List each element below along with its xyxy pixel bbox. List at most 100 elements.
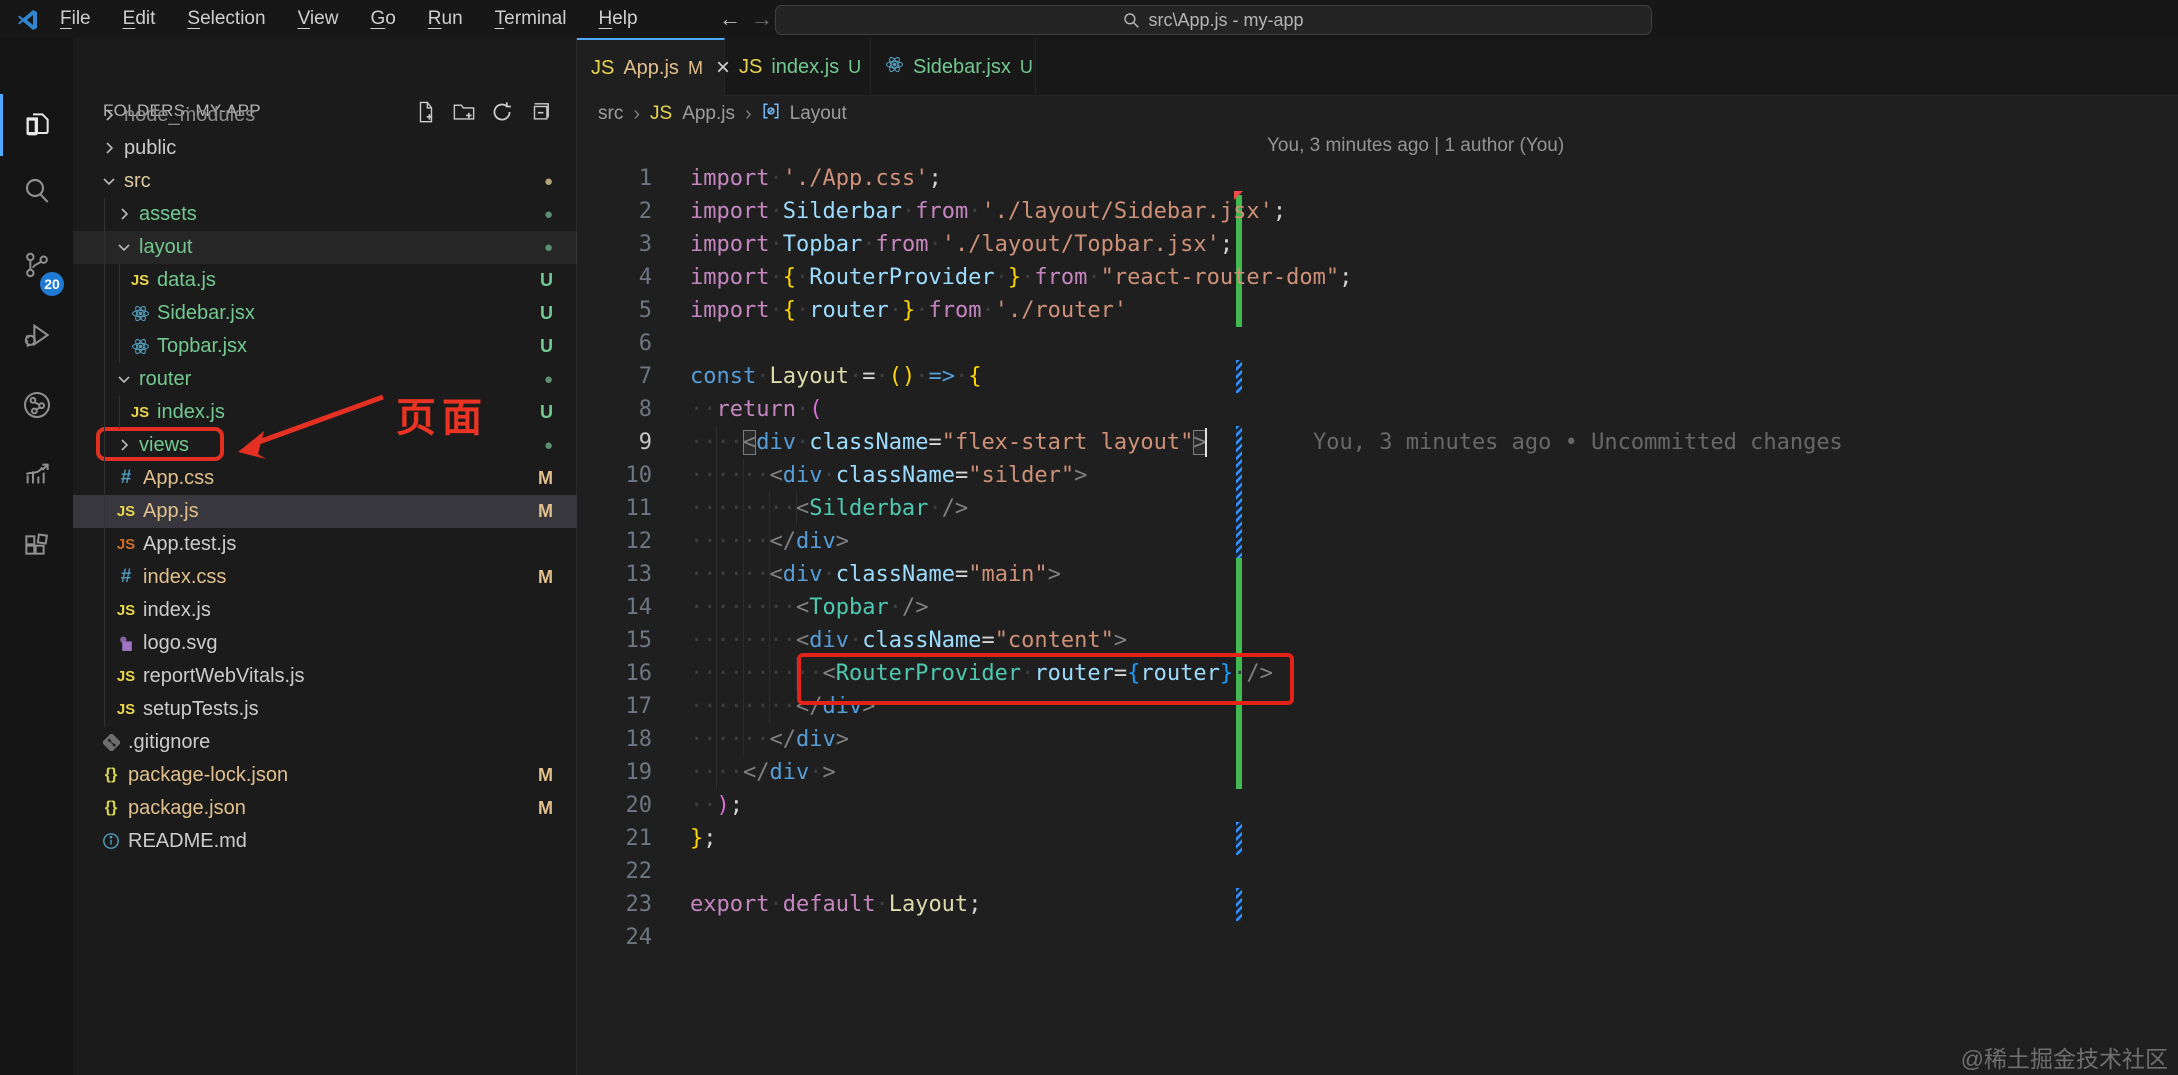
line-number[interactable]: 20 <box>600 789 653 822</box>
line-number[interactable]: 12 <box>600 525 653 558</box>
code-line-18[interactable]: ······</div> <box>690 723 849 756</box>
code-line-12[interactable]: ······</div> <box>690 525 849 558</box>
code-token: · <box>875 891 889 917</box>
code-line-5[interactable]: import·{·router·}·from·'./router' <box>690 294 1127 327</box>
line-number[interactable]: 24 <box>600 921 653 954</box>
nav-back-button[interactable]: ← <box>716 6 744 32</box>
code-token: ; <box>928 165 942 191</box>
code-line-14[interactable]: ········<Topbar·/> <box>690 591 928 624</box>
tree-item-index-js[interactable]: JS index.js <box>73 594 577 627</box>
gutter-modified-bar[interactable] <box>1236 359 1242 393</box>
code-line-15[interactable]: ········<div·className="content"> <box>690 624 1127 657</box>
run-debug-icon[interactable] <box>0 304 73 366</box>
code-line-21[interactable]: }; <box>690 822 717 855</box>
menu-item-file[interactable]: File <box>48 8 103 30</box>
search-view-icon[interactable] <box>0 159 73 221</box>
stats-extension-icon[interactable] <box>0 443 73 505</box>
tree-item-sidebar-jsx[interactable]: Sidebar.jsx U <box>73 297 577 330</box>
code-line-10[interactable]: ······<div·className="silder"> <box>690 459 1087 492</box>
tree-item-readme-md[interactable]: README.md <box>73 825 577 858</box>
breadcrumb[interactable]: src › JS App.js › Layout <box>598 96 847 132</box>
tree-item-package-json[interactable]: {} package.json M <box>73 792 577 825</box>
tree-item-index-css[interactable]: # index.css M <box>73 561 577 594</box>
menu-item-run[interactable]: Run <box>416 8 475 30</box>
line-number[interactable]: 11 <box>600 492 653 525</box>
code-line-13[interactable]: ······<div·className="main"> <box>690 558 1061 591</box>
line-number[interactable]: 9 <box>600 426 652 459</box>
line-number[interactable]: 16 <box>600 657 653 690</box>
menu-item-terminal[interactable]: Terminal <box>483 8 579 30</box>
code-line-4[interactable]: import·{·RouterProvider·}·from·"react-ro… <box>690 261 1352 294</box>
menu-item-go[interactable]: Go <box>358 8 407 30</box>
tree-item-assets[interactable]: assets ● <box>73 198 577 231</box>
line-number[interactable]: 18 <box>600 723 653 756</box>
line-number[interactable]: 23 <box>600 888 653 921</box>
tab-app-js[interactable]: JS App.js M × <box>577 38 730 96</box>
tab-index-js[interactable]: JS index.js U <box>725 38 871 96</box>
tree-item-setuptests-js[interactable]: JS setupTests.js <box>73 693 577 726</box>
tree-item-app-js[interactable]: JS App.js M <box>73 494 577 528</box>
line-number[interactable]: 5 <box>600 294 652 327</box>
line-number[interactable]: 8 <box>600 393 652 426</box>
line-number[interactable]: 14 <box>600 591 653 624</box>
code-line-23[interactable]: export·default·Layout; <box>690 888 981 921</box>
tree-item-index-js[interactable]: JS index.js U <box>73 396 577 429</box>
tree-item-node-modules[interactable]: node_modules <box>73 99 577 132</box>
tree-item-views[interactable]: views ● <box>73 426 577 462</box>
tree-item-src[interactable]: src ● <box>73 165 577 198</box>
tree-item-public[interactable]: public <box>73 132 577 165</box>
code-line-8[interactable]: ··return·( <box>690 393 822 426</box>
code-line-20[interactable]: ··); <box>690 789 743 822</box>
tree-item-data-js[interactable]: JS data.js U <box>73 264 577 297</box>
line-number[interactable]: 17 <box>600 690 653 723</box>
tree-item-router[interactable]: router ● <box>73 363 577 396</box>
code-line-19[interactable]: ····</div·> <box>690 756 836 789</box>
menu-item-view[interactable]: View <box>286 8 351 30</box>
code-line-3[interactable]: import·Topbar·from·'./layout/Topbar.jsx'… <box>690 228 1233 261</box>
line-number[interactable]: 19 <box>600 756 653 789</box>
breadcrumb-item-app-js[interactable]: App.js <box>682 103 735 125</box>
line-number[interactable]: 13 <box>600 558 653 591</box>
code-line-9[interactable]: ····<div·className="flex-start layout"> <box>690 426 1207 459</box>
code-line-11[interactable]: ········<Silderbar·/> <box>690 492 968 525</box>
tree-item-logo-svg[interactable]: logo.svg <box>73 627 577 660</box>
menu-item-edit[interactable]: Edit <box>111 8 168 30</box>
menu-item-selection[interactable]: Selection <box>175 8 277 30</box>
line-number[interactable]: 7 <box>600 360 652 393</box>
extensions-icon[interactable] <box>0 516 73 578</box>
menu-item-help[interactable]: Help <box>586 8 649 30</box>
line-number[interactable]: 3 <box>600 228 652 261</box>
gutter-modified-bar[interactable] <box>1236 821 1242 855</box>
nav-forward-button[interactable]: → <box>748 6 776 32</box>
gutter-modified-bar[interactable] <box>1236 887 1242 921</box>
line-number[interactable]: 4 <box>600 261 652 294</box>
breadcrumb-item-src[interactable]: src <box>598 103 623 125</box>
code-token: default <box>782 891 876 917</box>
line-number[interactable]: 15 <box>600 624 653 657</box>
js-test-file-icon: JS <box>116 535 136 553</box>
code-token: Layout <box>769 363 849 389</box>
line-number[interactable]: 2 <box>600 195 652 228</box>
code-line-2[interactable]: import·Silderbar·from·'./layout/Sidebar.… <box>690 195 1286 228</box>
live-share-icon[interactable] <box>0 374 73 436</box>
line-number[interactable]: 21 <box>600 822 653 855</box>
tab-sidebar-jsx[interactable]: Sidebar.jsx U <box>871 38 1036 96</box>
tree-item-app-css[interactable]: # App.css M <box>73 462 577 495</box>
explorer-icon[interactable] <box>0 94 73 156</box>
code-line-7[interactable]: const·Layout·=·()·=>·{ <box>690 360 981 393</box>
tree-item-app-test-js[interactable]: JS App.test.js <box>73 528 577 561</box>
code-editor[interactable]: You, 3 minutes ago | 1 author (You) 1 impo… <box>577 132 2178 1075</box>
command-center-search[interactable]: src\App.js - my-app <box>775 5 1652 35</box>
tree-item-layout[interactable]: layout ● <box>73 230 577 264</box>
line-number[interactable]: 10 <box>600 459 653 492</box>
line-number[interactable]: 22 <box>600 855 653 888</box>
breadcrumb-item-layout[interactable]: Layout <box>790 103 847 125</box>
line-number[interactable]: 1 <box>600 162 652 195</box>
tree-item-topbar-jsx[interactable]: Topbar.jsx U <box>73 330 577 363</box>
gutter-modified-bar[interactable] <box>1236 425 1242 558</box>
tree-item-package-lock-json[interactable]: {} package-lock.json M <box>73 759 577 792</box>
line-number[interactable]: 6 <box>600 327 652 360</box>
code-line-1[interactable]: import·'./App.css'; <box>690 162 942 195</box>
tree-item-reportwebvitals-js[interactable]: JS reportWebVitals.js <box>73 660 577 693</box>
tree-item--gitignore[interactable]: .gitignore <box>73 726 577 759</box>
